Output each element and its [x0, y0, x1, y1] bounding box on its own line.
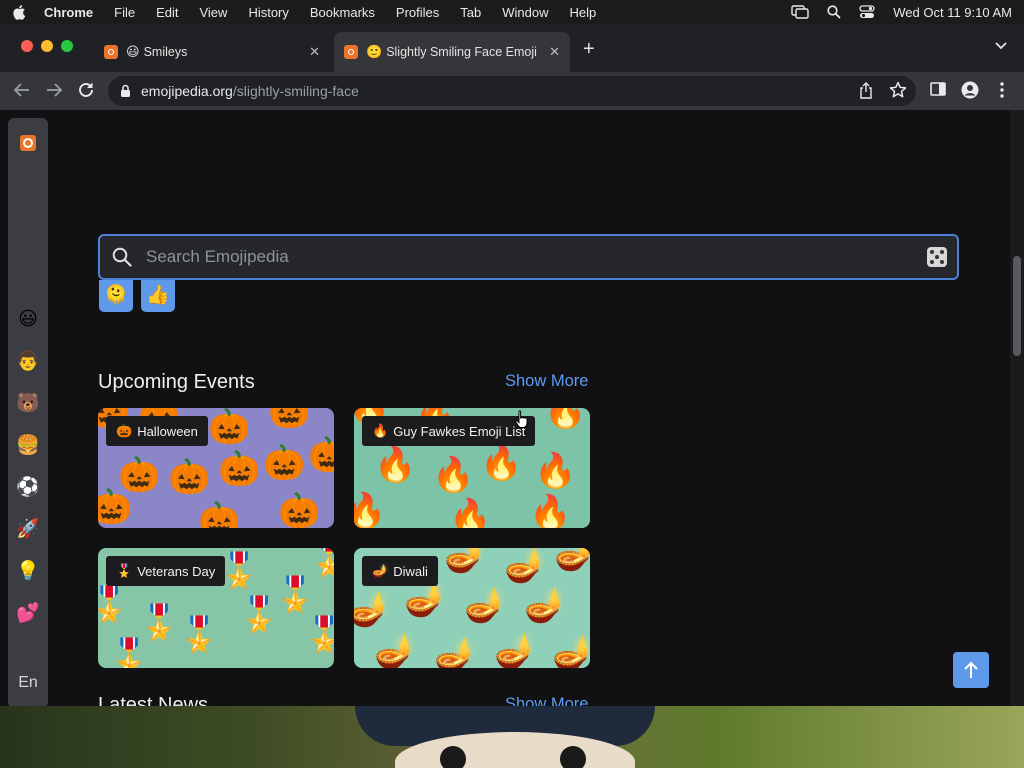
- bookmark-star-icon[interactable]: [889, 81, 907, 99]
- menu-history[interactable]: History: [248, 5, 288, 20]
- menu-file[interactable]: File: [114, 5, 135, 20]
- event-label: 🔥 Guy Fawkes Emoji List: [362, 416, 536, 446]
- menu-bookmarks[interactable]: Bookmarks: [310, 5, 375, 20]
- event-label-text: Halloween: [137, 423, 198, 439]
- sidebar-item-animals[interactable]: 🐻: [16, 392, 40, 416]
- apple-icon[interactable]: [12, 4, 26, 20]
- reload-icon[interactable]: [77, 81, 95, 99]
- search-icon: [112, 247, 132, 267]
- menu-tab[interactable]: Tab: [460, 5, 481, 20]
- sidebar-item-symbols[interactable]: 💕: [16, 602, 40, 626]
- url-path: /slightly-smiling-face: [232, 83, 359, 99]
- search-input[interactable]: [146, 247, 927, 267]
- window-minimize-button[interactable]: [41, 40, 53, 52]
- lock-icon[interactable]: [120, 84, 131, 98]
- control-center-icon[interactable]: [859, 5, 875, 19]
- menu-profiles[interactable]: Profiles: [396, 5, 439, 20]
- event-card-veterans-day[interactable]: 🎖️ 🎖️ 🎖️ 🎖️ 🎖️ 🎖️ 🎖️ 🎖️ 🎖️ 🎖️ Veterans D…: [98, 548, 334, 668]
- menu-help[interactable]: Help: [570, 5, 597, 20]
- tab-title: Slightly Smiling Face Emoji: [386, 45, 537, 59]
- wallpaper-character-eye: [440, 746, 466, 768]
- search-bar: [98, 234, 959, 280]
- sidebar-item-people[interactable]: 👨: [16, 350, 40, 374]
- fire-icon: 🔥: [372, 423, 389, 438]
- event-label-text: Guy Fawkes Emoji List: [393, 423, 526, 439]
- share-icon[interactable]: [859, 82, 873, 99]
- sidebar-item-food[interactable]: 🍔: [16, 434, 40, 458]
- diya-lamp-icon: 🪔: [372, 563, 389, 578]
- window-zoom-button[interactable]: [61, 40, 73, 52]
- window-close-button[interactable]: [21, 40, 33, 52]
- event-label: 🎃 Halloween: [106, 416, 208, 446]
- upcoming-events-heading: Upcoming Events: [98, 371, 255, 393]
- tab-close-icon[interactable]: ✕: [549, 44, 560, 60]
- address-bar[interactable]: emojipedia.org/slightly-smiling-face: [108, 76, 916, 106]
- url-host: emojipedia.org: [141, 83, 233, 99]
- sidebar-item-travel[interactable]: 🚀: [16, 518, 40, 542]
- tab-emoji: 😃: [126, 44, 140, 59]
- new-tab-button[interactable]: +: [583, 39, 595, 59]
- tab-close-icon[interactable]: ✕: [309, 44, 320, 60]
- menu-clock[interactable]: Wed Oct 11 9:10 AM: [893, 5, 1012, 20]
- back-arrow-icon[interactable]: [13, 81, 31, 99]
- military-medal-icon: 🎖️: [116, 563, 133, 578]
- pumpkin-icon: 🎃: [116, 423, 133, 438]
- page-scrollbar[interactable]: [1010, 110, 1024, 708]
- category-sidebar: 😃 👨 🐻 🍔 ⚽ 🚀 💡 💕 En: [8, 118, 48, 708]
- profile-avatar-icon[interactable]: [961, 81, 979, 99]
- logo-mark: [20, 135, 36, 151]
- quick-emoji-melting-face[interactable]: 🫠: [99, 280, 133, 312]
- menu-window[interactable]: Window: [502, 5, 548, 20]
- macos-menu-bar: Chrome File Edit View History Bookmarks …: [0, 0, 1024, 24]
- menu-edit[interactable]: Edit: [156, 5, 178, 20]
- browser-tab-strip: 😃 Smileys ✕ 🙂 Slightly Smiling Face Emoj…: [0, 24, 1024, 72]
- scroll-to-top-button[interactable]: [953, 652, 989, 688]
- event-card-diwali[interactable]: 🪔 🪔 🪔 🪔 🪔 🪔 🪔 🪔 🪔 🪔 🪔 🪔 Diwali: [354, 548, 590, 668]
- arrow-up-icon: [964, 661, 978, 678]
- event-card-halloween[interactable]: 🎃 🎃 🎃 🎃 🎃 🎃 🎃 🎃 🎃 🎃 🎃 🎃 🎃 Halloween: [98, 408, 334, 528]
- emojipedia-logo-icon[interactable]: [16, 134, 40, 158]
- chrome-menu-icon[interactable]: [999, 81, 1005, 99]
- browser-toolbar: emojipedia.org/slightly-smiling-face: [0, 72, 1024, 110]
- quick-emoji-thumbs-up[interactable]: 👍: [141, 280, 175, 312]
- event-label-text: Diwali: [393, 563, 428, 579]
- language-selector[interactable]: En: [8, 674, 48, 692]
- random-emoji-dice-icon[interactable]: [927, 247, 947, 267]
- event-card-guy-fawkes[interactable]: 🔥 🔥 🔥 🔥 🔥 🔥 🔥 🔥 🔥 🔥 🔥 Guy Fawkes Emoji L…: [354, 408, 590, 528]
- emojipedia-favicon-icon: [344, 45, 358, 59]
- screen-mirroring-icon[interactable]: [791, 5, 809, 19]
- spotlight-search-icon[interactable]: [827, 5, 841, 19]
- tab-emoji: 🙂: [366, 44, 383, 59]
- tab-search-chevron-icon[interactable]: [995, 42, 1007, 50]
- sidebar-item-smileys[interactable]: 😃: [16, 308, 40, 332]
- tab-smileys[interactable]: 😃 Smileys ✕: [94, 32, 330, 72]
- wallpaper-character-eye: [560, 746, 586, 768]
- page-viewport: 😃 👨 🐻 🍔 ⚽ 🚀 💡 💕 En 🫠 👍 Upcoming Events S…: [0, 110, 1024, 708]
- sidebar-item-objects[interactable]: 💡: [16, 560, 40, 584]
- forward-arrow-icon[interactable]: [45, 81, 63, 99]
- desktop-wallpaper: [0, 706, 1024, 768]
- menu-view[interactable]: View: [199, 5, 227, 20]
- sidebar-item-activities[interactable]: ⚽: [16, 476, 40, 500]
- emojipedia-favicon-icon: [104, 45, 118, 59]
- scrollbar-thumb[interactable]: [1013, 256, 1021, 356]
- hand-pointer-cursor-icon: [515, 410, 528, 428]
- side-panel-icon[interactable]: [930, 81, 946, 97]
- event-label-text: Veterans Day: [137, 563, 216, 579]
- tab-title: Smileys: [143, 45, 188, 59]
- event-label: 🪔 Diwali: [362, 556, 438, 586]
- menu-app-name[interactable]: Chrome: [44, 5, 93, 20]
- tab-slightly-smiling-face[interactable]: 🙂 Slightly Smiling Face Emoji ✕: [334, 32, 570, 72]
- upcoming-events-show-more-link[interactable]: Show More: [505, 372, 588, 391]
- event-label: 🎖️ Veterans Day: [106, 556, 226, 586]
